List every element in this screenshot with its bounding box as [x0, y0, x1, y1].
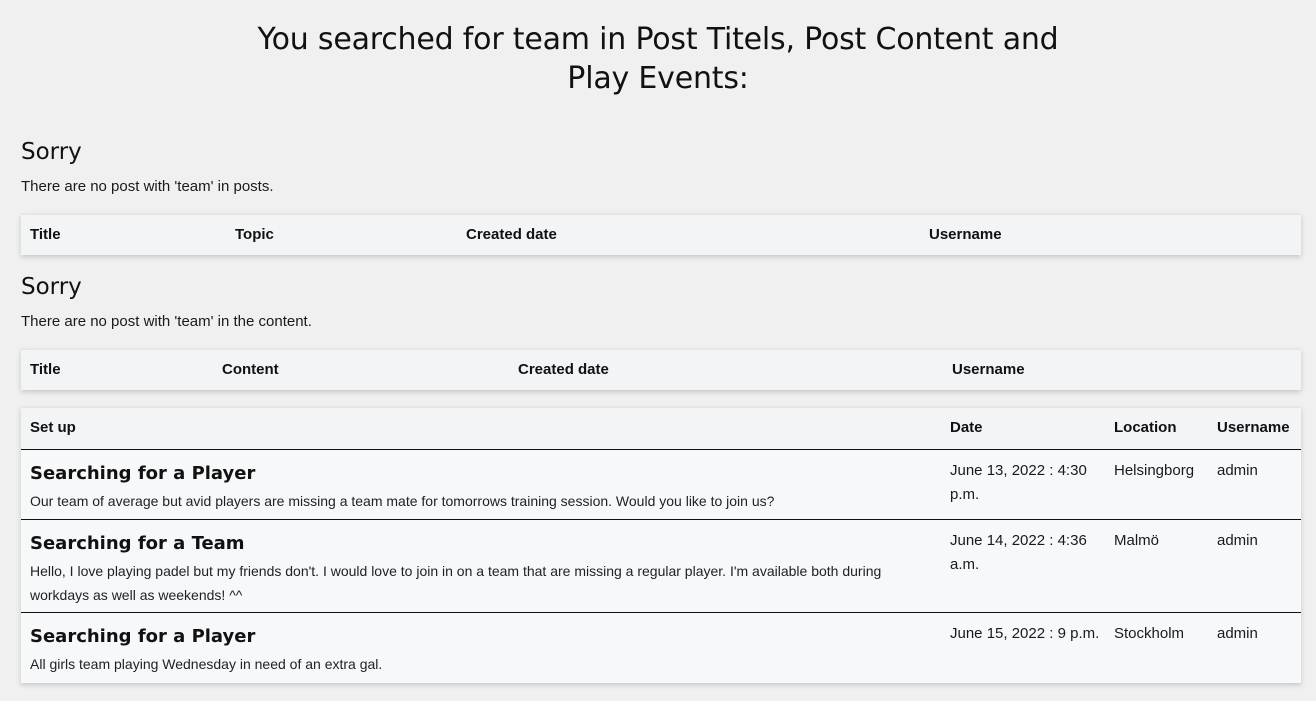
- event-username: admin: [1217, 462, 1258, 479]
- event-title: Searching for a Player: [30, 463, 256, 484]
- posts-sorry-heading: Sorry: [21, 139, 82, 165]
- column-header-topic: Topic: [235, 226, 274, 243]
- event-title: Searching for a Player: [30, 626, 256, 647]
- table-row[interactable]: Searching for a Team Hello, I love playi…: [21, 520, 1301, 613]
- event-content: Hello, I love playing padel but my frien…: [30, 563, 882, 603]
- event-content: Our team of average but avid players are…: [30, 493, 775, 509]
- event-date: June 13, 2022 : 4:30 p.m.: [950, 462, 1087, 503]
- event-location: Helsingborg: [1114, 462, 1195, 479]
- event-setup-cell: Searching for a Player Our team of avera…: [30, 462, 930, 513]
- column-header-title: Title: [30, 361, 61, 378]
- event-date: June 14, 2022 : 4:36 a.m.: [950, 532, 1087, 573]
- event-username: admin: [1217, 532, 1258, 549]
- event-date: June 15, 2022 : 9 p.m.: [950, 625, 1100, 642]
- page-title-line-1: You searched for team in Post Titels, Po…: [257, 22, 1059, 57]
- posts-results-table: Title Topic Created date Username: [21, 214, 1301, 255]
- table-header-row: Title Content Created date Username: [21, 350, 1301, 390]
- table-row[interactable]: Searching for a Player All girls team pl…: [21, 613, 1301, 683]
- column-header-date: Date: [950, 419, 983, 436]
- column-header-created-date: Created date: [466, 226, 557, 243]
- content-sorry-message: There are no post with 'team' in the con…: [21, 313, 312, 330]
- column-header-created-date: Created date: [518, 361, 609, 378]
- page-title-line-2: Play Events:: [567, 61, 749, 96]
- event-setup-cell: Searching for a Team Hello, I love playi…: [30, 532, 930, 607]
- table-header-row: Title Topic Created date Username: [21, 215, 1301, 255]
- event-location: Malmö: [1114, 532, 1160, 549]
- table-row[interactable]: Searching for a Player Our team of avera…: [21, 450, 1301, 520]
- column-header-username: Username: [929, 226, 1002, 243]
- column-header-content: Content: [222, 361, 279, 378]
- posts-sorry-message: There are no post with 'team' in posts.: [21, 178, 274, 195]
- column-header-location: Location: [1114, 419, 1177, 436]
- play-events-table: Set up Date Location Username Searching …: [21, 407, 1301, 683]
- column-header-set-up: Set up: [30, 419, 76, 436]
- table-header-row: Set up Date Location Username: [21, 408, 1301, 450]
- search-results-page: You searched for team in Post Titels, Po…: [0, 0, 1316, 701]
- page-title: You searched for team in Post Titels, Po…: [0, 20, 1316, 98]
- event-username: admin: [1217, 625, 1258, 642]
- event-content: All girls team playing Wednesday in need…: [30, 656, 383, 672]
- column-header-username: Username: [1217, 419, 1290, 436]
- event-location: Stockholm: [1114, 625, 1185, 642]
- content-results-table: Title Content Created date Username: [21, 349, 1301, 390]
- column-header-username: Username: [952, 361, 1025, 378]
- content-sorry-heading: Sorry: [21, 274, 82, 300]
- event-title: Searching for a Team: [30, 533, 245, 554]
- event-setup-cell: Searching for a Player All girls team pl…: [30, 625, 930, 676]
- column-header-title: Title: [30, 226, 61, 243]
